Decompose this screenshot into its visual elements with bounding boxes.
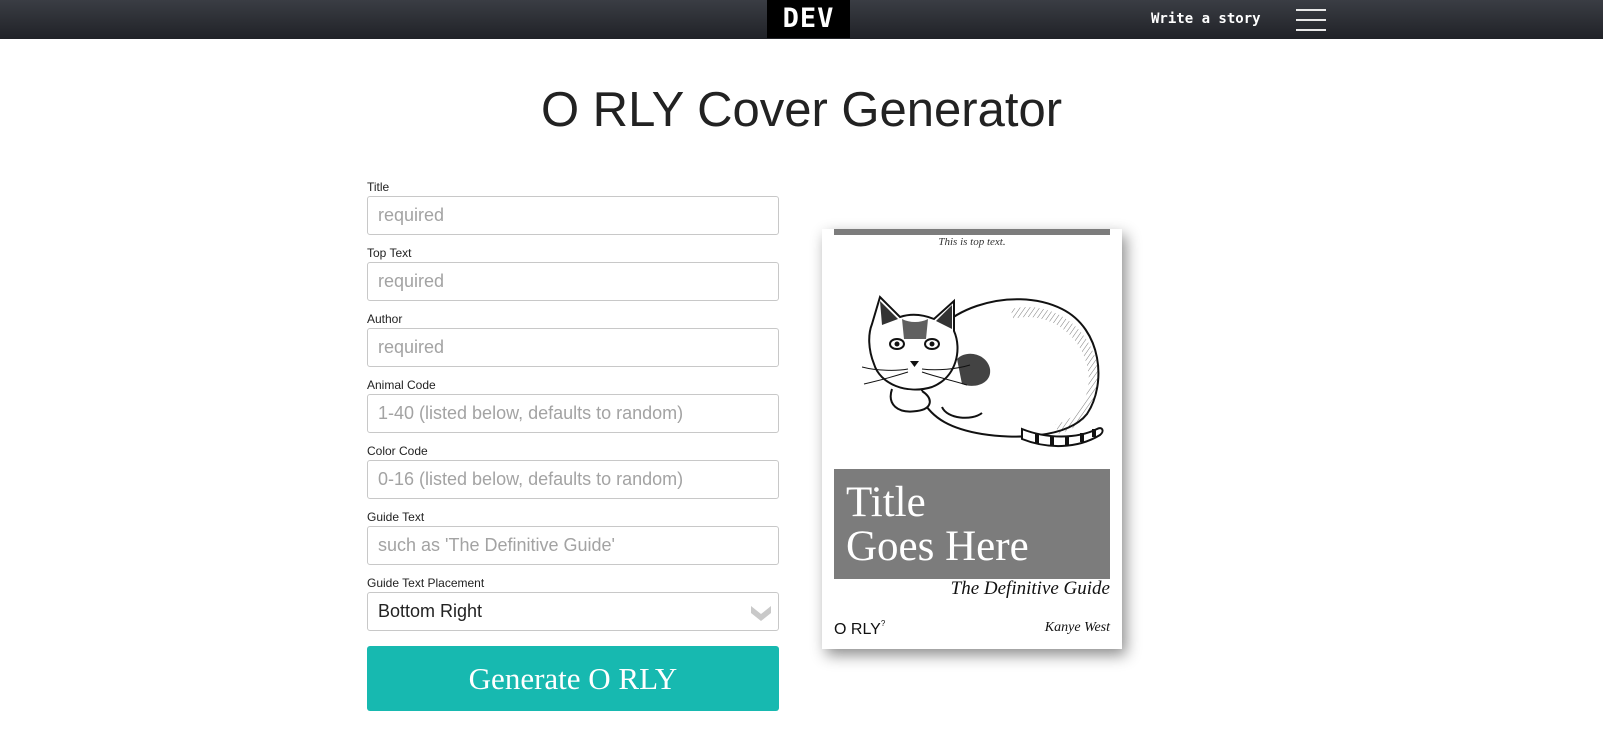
cover-title-box: Title Goes Here (834, 469, 1110, 579)
author-label: Author (367, 312, 403, 326)
top-text-label: Top Text (367, 246, 412, 260)
cover-top-bar (834, 229, 1110, 235)
cover-author: Kanye West (1044, 620, 1110, 635)
cover-guide-text: The Definitive Guide (950, 578, 1110, 599)
guide-placement-select[interactable]: Bottom Right (367, 592, 779, 631)
page-title: O RLY Cover Generator (540, 83, 1063, 137)
guide-text-label: Guide Text (367, 510, 425, 524)
author-input[interactable] (367, 328, 779, 367)
title-label: Title (367, 180, 390, 194)
orly-brand-mark: ? (880, 619, 886, 628)
generate-button[interactable]: Generate O RLY (367, 646, 779, 711)
cover-preview: This is top text. Title Goes Here The De… (822, 229, 1122, 649)
title-input[interactable] (367, 196, 779, 235)
cover-title-line-2: Goes Here (846, 523, 1029, 570)
animal-code-input[interactable] (367, 394, 779, 433)
dev-logo[interactable]: DEV (767, 0, 850, 38)
guide-text-input[interactable] (367, 526, 779, 565)
hamburger-menu-icon[interactable] (1296, 9, 1326, 31)
write-a-story-link[interactable]: Write a story (1151, 10, 1261, 28)
color-code-input[interactable] (367, 460, 779, 499)
top-navbar: DEV Write a story (0, 0, 1603, 39)
guide-placement-value: Bottom Right (378, 601, 483, 621)
orly-brand-text: O RLY (834, 621, 881, 638)
cat-illustration (862, 295, 1104, 447)
cover-top-text: This is top text. (938, 236, 1006, 248)
chevron-down-icon (751, 606, 771, 621)
cover-title-line-1: Title (846, 479, 926, 526)
animal-code-label: Animal Code (367, 378, 436, 392)
orly-brand: O RLY? (834, 619, 886, 639)
guide-placement-label: Guide Text Placement (367, 576, 485, 590)
cover-title: Title Goes Here (846, 481, 1106, 569)
top-text-input[interactable] (367, 262, 779, 301)
color-code-label: Color Code (367, 444, 428, 458)
